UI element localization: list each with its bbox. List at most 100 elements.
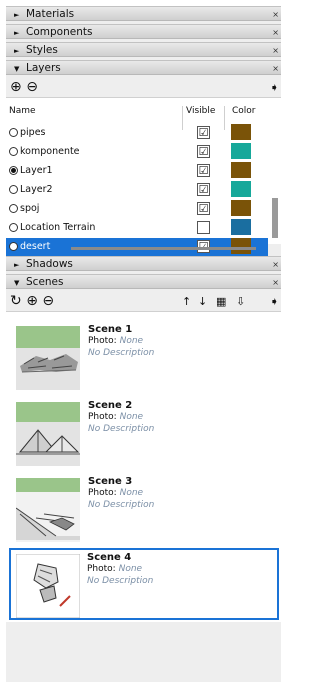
layer-row[interactable]: komponente ☑	[6, 143, 268, 162]
close-icon[interactable]: ×	[272, 61, 279, 76]
details-arrow-icon[interactable]: ➧	[270, 292, 279, 311]
collapsed-arrow-icon: ►	[14, 261, 20, 269]
visible-checkbox[interactable]	[197, 221, 210, 234]
scene-photo-value: None	[119, 412, 144, 422]
active-layer-radio[interactable]	[9, 147, 18, 156]
scenes-list: Scene 1 Photo: None No Description Scene…	[6, 311, 281, 622]
active-layer-radio[interactable]	[9, 128, 18, 137]
collapsed-arrow-icon: ►	[14, 47, 20, 55]
layers-table: Name Visible Color pipes ☑ komponente ☑ …	[6, 97, 281, 257]
scene-title: Scene 1	[88, 324, 133, 335]
visible-checkbox[interactable]: ☑	[197, 164, 210, 177]
layer-row[interactable]: pipes ☑	[6, 124, 268, 143]
visible-checkbox[interactable]: ☑	[197, 183, 210, 196]
scene-photo-label: Photo:	[88, 488, 117, 498]
collapsed-arrow-icon: ►	[14, 11, 20, 19]
active-layer-radio[interactable]	[9, 185, 18, 194]
scene-photo: Photo: None	[88, 488, 143, 498]
delete-layer-icon[interactable]: ⊖	[26, 79, 38, 95]
active-layer-radio[interactable]	[9, 204, 18, 213]
scene-thumbnail	[16, 478, 80, 542]
styles-panel-header[interactable]: ► Styles ×	[6, 42, 281, 57]
scene-title: Scene 3	[88, 476, 133, 487]
close-icon[interactable]: ×	[272, 275, 279, 290]
layer-name: Layer1	[20, 165, 53, 176]
layers-toolbar: ⊕ ⊖ ➧	[6, 78, 281, 97]
styles-label: Styles	[26, 44, 58, 56]
scene-description: No Description	[88, 348, 155, 358]
add-scene-icon[interactable]: ⊕	[26, 293, 38, 309]
layer-name: pipes	[20, 127, 46, 138]
layer-color-swatch[interactable]	[231, 162, 251, 178]
layer-row[interactable]: spoj ☑	[6, 200, 268, 219]
layer-color-swatch[interactable]	[231, 143, 251, 159]
scene-photo: Photo: None	[87, 564, 142, 574]
scene-photo-label: Photo:	[87, 564, 116, 574]
scene-card[interactable]: Scene 1 Photo: None No Description	[12, 320, 275, 394]
horizontal-scrollbar[interactable]	[71, 247, 256, 250]
materials-label: Materials	[26, 8, 75, 20]
layer-row[interactable]: Location Terrain	[6, 219, 268, 238]
move-scene-up-icon[interactable]: ↑	[182, 292, 191, 311]
collapsed-arrow-icon: ►	[14, 29, 20, 37]
layers-table-header: Name Visible Color	[6, 98, 281, 130]
expanded-arrow-icon: ▼	[14, 65, 20, 73]
scene-card-selected[interactable]: Scene 4 Photo: None No Description	[9, 548, 279, 620]
details-arrow-icon[interactable]: ➧	[270, 78, 279, 97]
scene-photo-label: Photo:	[88, 412, 117, 422]
delete-scene-icon[interactable]: ⊖	[42, 293, 54, 309]
layer-name: komponente	[20, 146, 80, 157]
layer-color-swatch[interactable]	[231, 200, 251, 216]
scene-card[interactable]: Scene 3 Photo: None No Description	[12, 472, 275, 546]
close-icon[interactable]: ×	[272, 257, 279, 272]
scene-card[interactable]: Scene 2 Photo: None No Description	[12, 396, 275, 470]
scene-description: No Description	[88, 424, 155, 434]
layers-panel-header[interactable]: ▼ Layers ×	[6, 60, 281, 75]
scene-photo: Photo: None	[88, 336, 143, 346]
close-icon[interactable]: ×	[272, 25, 279, 40]
layer-color-swatch[interactable]	[231, 219, 251, 235]
move-scene-down-icon[interactable]: ↓	[198, 292, 207, 311]
column-visible[interactable]: Visible	[186, 106, 215, 116]
active-layer-radio[interactable]	[9, 223, 18, 232]
scene-title: Scene 2	[88, 400, 133, 411]
scene-description: No Description	[88, 500, 155, 510]
column-color[interactable]: Color	[232, 106, 256, 116]
shadows-panel-header[interactable]: ► Shadows ×	[6, 256, 281, 271]
vertical-scrollbar[interactable]	[272, 198, 278, 238]
panel-gap	[6, 244, 281, 256]
visible-checkbox[interactable]: ☑	[197, 145, 210, 158]
components-label: Components	[26, 26, 93, 38]
layer-name: Location Terrain	[20, 222, 96, 233]
active-layer-radio[interactable]	[9, 166, 18, 175]
layer-row[interactable]: Layer1 ☑	[6, 162, 268, 181]
scene-thumbnail	[16, 402, 80, 466]
visible-checkbox[interactable]: ☑	[197, 202, 210, 215]
scenes-panel-header[interactable]: ▼ Scenes ×	[6, 274, 281, 289]
expanded-arrow-icon: ▼	[14, 279, 20, 287]
scene-title: Scene 4	[87, 552, 132, 563]
layer-color-swatch[interactable]	[231, 181, 251, 197]
update-scene-icon[interactable]: ↻	[10, 293, 22, 309]
column-name[interactable]: Name	[9, 106, 36, 116]
view-options-icon[interactable]: ▦	[216, 292, 226, 311]
close-icon[interactable]: ×	[272, 43, 279, 58]
layer-row[interactable]: Layer2 ☑	[6, 181, 268, 200]
scene-photo-value: None	[119, 336, 144, 346]
shadows-label: Shadows	[26, 258, 73, 270]
layer-color-swatch[interactable]	[231, 124, 251, 140]
materials-panel-header[interactable]: ► Materials ×	[6, 6, 281, 21]
scene-photo: Photo: None	[88, 412, 143, 422]
scenes-toolbar: ↻ ⊕ ⊖ ↑ ↓ ▦ ⇩ ➧	[6, 292, 281, 311]
visible-checkbox[interactable]: ☑	[197, 126, 210, 139]
scene-photo-value: None	[119, 488, 144, 498]
layer-name: spoj	[20, 203, 40, 214]
close-icon[interactable]: ×	[272, 7, 279, 22]
scene-thumbnail	[16, 554, 80, 618]
scene-photo-label: Photo:	[88, 336, 117, 346]
show-details-icon[interactable]: ⇩	[236, 292, 245, 311]
add-layer-icon[interactable]: ⊕	[10, 79, 22, 95]
scene-thumbnail	[16, 326, 80, 390]
components-panel-header[interactable]: ► Components ×	[6, 24, 281, 39]
default-tray: ► Materials × ► Components × ► Styles × ▼ La…	[6, 6, 281, 682]
